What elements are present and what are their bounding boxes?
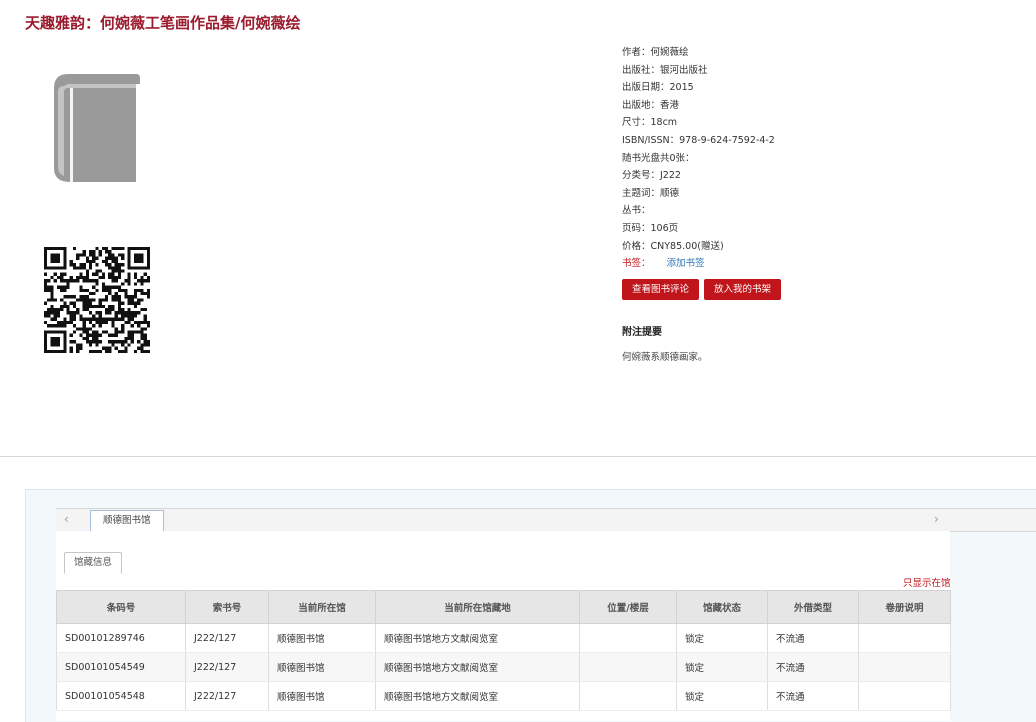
col-loan-type: 外借类型 (767, 590, 859, 624)
meta-pub-place: 出版地：香港 (622, 99, 680, 111)
meta-series: 丛书： (622, 205, 651, 217)
book-icon (54, 74, 140, 182)
cell-library: 顺德图书馆 (268, 623, 376, 653)
cell-library: 顺德图书馆 (268, 652, 376, 682)
cell-location: 顺德图书馆地方文献阅览室 (375, 681, 580, 711)
cell-floor (579, 681, 677, 711)
tab-next-arrow-icon[interactable]: › (934, 512, 939, 526)
meta-subject: 主题词：顺德 (622, 187, 680, 199)
cell-library: 顺德图书馆 (268, 681, 376, 711)
cell-call-number: J222/127 (185, 623, 269, 653)
col-library: 当前所在馆 (268, 590, 376, 624)
table-row: SD00101054549 J222/127 顺德图书馆 顺德图书馆地方文献阅览… (56, 652, 951, 682)
cell-volume-note (858, 681, 951, 711)
meta-size: 尺寸：18cm (622, 117, 678, 129)
meta-price: 价格：CNY85.00(赠送) (622, 240, 724, 252)
meta-isbn: ISBN/ISSN：978-9-624-7592-4-2 (622, 134, 775, 146)
section-divider (0, 456, 1036, 457)
action-buttons: 查看图书评论 放入我的书架 (622, 277, 786, 300)
book-title: 天趣雅韵：何婉薇工笔画作品集/何婉薇绘 (25, 14, 301, 32)
cell-status: 锁定 (676, 681, 768, 711)
meta-publisher: 出版社：银河出版社 (622, 64, 708, 76)
bookmark-label: 书签： (622, 258, 651, 270)
qr-code-icon (44, 247, 150, 353)
table-header-row: 条码号 索书号 当前所在馆 当前所在馆藏地 位置/楼层 馆藏状态 外借类型 卷册… (56, 590, 951, 624)
col-call-number: 索书号 (185, 590, 269, 624)
cell-barcode: SD00101054549 (56, 652, 186, 682)
col-volume-note: 卷册说明 (858, 590, 951, 624)
cell-barcode: SD00101054548 (56, 681, 186, 711)
meta-pub-date: 出版日期：2015 (622, 82, 694, 94)
show-in-library-link[interactable]: 只显示在馆 (903, 575, 951, 589)
cell-call-number: J222/127 (185, 681, 269, 711)
add-to-shelf-button[interactable]: 放入我的书架 (704, 279, 782, 300)
col-location: 当前所在馆藏地 (375, 590, 580, 624)
cell-status: 锁定 (676, 623, 768, 653)
view-reviews-button[interactable]: 查看图书评论 (622, 279, 700, 300)
col-status: 馆藏状态 (676, 590, 768, 624)
cell-loan-type: 不流通 (767, 652, 859, 682)
cell-volume-note (858, 623, 951, 653)
meta-bookmark: 书签： 添加书签 (622, 255, 775, 273)
cell-floor (579, 652, 677, 682)
meta-author: 作者：何婉薇绘 (622, 47, 689, 58)
cell-volume-note (858, 652, 951, 682)
cell-location: 顺德图书馆地方文献阅览室 (375, 652, 580, 682)
remarks-text: 何婉薇系顺德画家。 (622, 352, 708, 363)
library-tabstrip: ‹ 顺德图书馆 › (56, 508, 1036, 532)
tab-shunde-library[interactable]: 顺德图书馆 (90, 510, 164, 531)
meta-disc: 随书光盘共0张： (622, 152, 695, 164)
cell-call-number: J222/127 (185, 652, 269, 682)
remarks-heading: 附注提要 (622, 327, 662, 338)
cell-status: 锁定 (676, 652, 768, 682)
cell-barcode: SD00101289746 (56, 623, 186, 653)
col-floor: 位置/楼层 (579, 590, 677, 624)
meta-class-no: 分类号：J222 (622, 170, 681, 182)
add-bookmark-link[interactable]: 添加书签 (667, 258, 705, 269)
book-metadata: 作者：何婉薇绘 出版社：银河出版社 出版日期：2015 出版地：香港 尺寸：18… (622, 44, 775, 273)
col-barcode: 条码号 (56, 590, 186, 624)
meta-pages: 页码：106页 (622, 222, 679, 234)
tab-prev-arrow-icon[interactable]: ‹ (64, 512, 69, 526)
cell-floor (579, 623, 677, 653)
tab-holdings-info[interactable]: 馆藏信息 (64, 552, 123, 574)
cell-loan-type: 不流通 (767, 681, 859, 711)
table-row: SD00101289746 J222/127 顺德图书馆 顺德图书馆地方文献阅览… (56, 623, 951, 653)
table-row: SD00101054548 J222/127 顺德图书馆 顺德图书馆地方文献阅览… (56, 681, 951, 711)
cell-loan-type: 不流通 (767, 623, 859, 653)
holdings-table: 条码号 索书号 当前所在馆 当前所在馆藏地 位置/楼层 馆藏状态 外借类型 卷册… (56, 590, 951, 711)
cell-location: 顺德图书馆地方文献阅览室 (375, 623, 580, 653)
